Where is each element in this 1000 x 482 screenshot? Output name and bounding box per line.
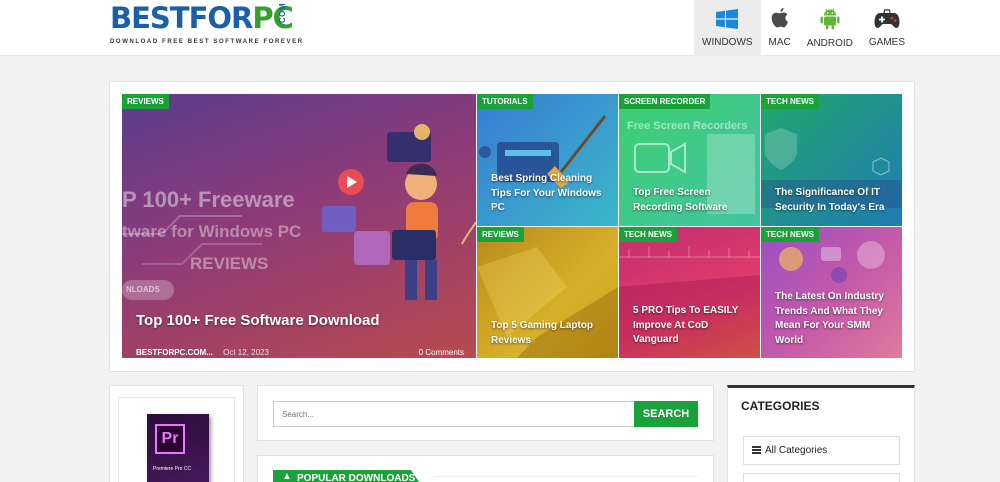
nav-android[interactable]: ANDROID bbox=[799, 0, 861, 56]
gamepad-icon bbox=[874, 8, 900, 28]
post-title[interactable]: Best Spring Cleaning Tips For Your Windo… bbox=[491, 172, 609, 216]
android-icon bbox=[820, 8, 840, 29]
post-meta: BESTFORPC.COM... Oct 12, 2023 0 Comments bbox=[136, 348, 464, 357]
featured-post[interactable]: TECH NEWS The Significance Of IT Securit… bbox=[761, 94, 902, 226]
categories-title: CATEGORIES bbox=[741, 399, 820, 413]
featured-post[interactable]: Free Screen Recorders SCREEN RECORDER To… bbox=[619, 94, 760, 226]
category-item[interactable] bbox=[743, 473, 900, 482]
featured-watermark: tware for Windows PC bbox=[122, 222, 302, 241]
category-tag[interactable]: TUTORIALS bbox=[477, 94, 533, 109]
category-tag[interactable]: TECH NEWS bbox=[761, 94, 819, 109]
post-date: Oct 12, 2023 bbox=[223, 348, 269, 357]
popular-downloads-heading[interactable]: ▲ POPULAR DOWNLOADS bbox=[273, 470, 423, 482]
nav-label: GAMES bbox=[868, 36, 906, 48]
nav-label: WINDOWS bbox=[702, 36, 753, 48]
product-name: Premiere Pro CC bbox=[153, 466, 192, 472]
search-button[interactable]: SEARCH bbox=[634, 401, 698, 427]
nav-label: ANDROID bbox=[806, 37, 853, 49]
platform-nav: WINDOWS MAC ANDROID GAMES bbox=[694, 0, 913, 56]
category-item-all[interactable]: All Categories bbox=[743, 436, 900, 465]
post-comments[interactable]: 0 Comments bbox=[419, 348, 464, 357]
divider bbox=[436, 476, 698, 482]
list-icon bbox=[752, 446, 761, 454]
premiere-pro-logo: Pr bbox=[155, 424, 185, 454]
product-card[interactable]: Pr Premiere Pro CC bbox=[118, 397, 235, 482]
post-title[interactable]: Top 100+ Free Software Download bbox=[136, 312, 380, 329]
search-widget: SEARCH bbox=[257, 385, 714, 441]
post-title[interactable]: 5 PRO Tips To EASILY Improve At CoD Vang… bbox=[633, 304, 751, 348]
popular-downloads-label: POPULAR DOWNLOADS bbox=[297, 473, 416, 482]
featured-main-post[interactable]: P 100+ Freeware tware for Windows PC REV… bbox=[122, 94, 476, 358]
post-title[interactable]: The Latest On Industry Trends And What T… bbox=[775, 290, 893, 348]
product-box-art: Pr Premiere Pro CC bbox=[147, 414, 209, 482]
featured-post[interactable]: TUTORIALS Best Spring Cleaning Tips For … bbox=[477, 94, 618, 226]
category-tag[interactable]: REVIEWS bbox=[122, 94, 169, 109]
logo-wordmark: BESTFORPC bbox=[110, 1, 294, 35]
sidebar-product-widget: Pr Premiere Pro CC bbox=[109, 385, 244, 482]
search-input[interactable] bbox=[273, 401, 635, 427]
nav-mac[interactable]: MAC bbox=[761, 0, 799, 56]
category-tag[interactable]: REVIEWS bbox=[477, 227, 524, 242]
post-title[interactable]: Top Free Screen Recording Software bbox=[633, 186, 751, 215]
category-label: All Categories bbox=[765, 445, 828, 456]
featured-watermark: P 100+ Freeware bbox=[122, 187, 295, 212]
categories-widget: CATEGORIES All Categories bbox=[727, 385, 915, 482]
post-title[interactable]: Top 5 Gaming Laptop Reviews bbox=[491, 319, 609, 348]
windows-icon bbox=[716, 8, 739, 29]
site-header: BESTFORPC .COM DOWNLOAD FREE BEST SOFTWA… bbox=[0, 0, 1000, 56]
nav-games[interactable]: GAMES bbox=[861, 0, 913, 56]
nav-label: MAC bbox=[768, 37, 791, 48]
logo-tagline: DOWNLOAD FREE BEST SOFTWARE FOREVER bbox=[110, 39, 304, 45]
category-tag[interactable]: TECH NEWS bbox=[761, 227, 819, 242]
featured-post[interactable]: TECH NEWS The Latest On Industry Trends … bbox=[761, 227, 902, 358]
post-author[interactable]: BESTFORPC.COM... bbox=[136, 348, 213, 357]
featured-post[interactable]: REVIEWS Top 5 Gaming Laptop Reviews bbox=[477, 227, 618, 358]
featured-posts: P 100+ Freeware tware for Windows PC REV… bbox=[109, 81, 915, 372]
arrow-up-icon: ▲ bbox=[282, 471, 292, 482]
featured-watermark: NLOADS bbox=[122, 280, 174, 300]
site-logo[interactable]: BESTFORPC .COM DOWNLOAD FREE BEST SOFTWA… bbox=[110, 2, 304, 45]
post-title[interactable]: The Significance Of IT Security In Today… bbox=[775, 186, 895, 215]
popular-downloads-widget: ▲ POPULAR DOWNLOADS bbox=[257, 455, 714, 482]
category-tag[interactable]: SCREEN RECORDER bbox=[619, 94, 711, 109]
nav-windows[interactable]: WINDOWS bbox=[694, 0, 761, 56]
featured-watermark: REVIEWS bbox=[190, 254, 269, 273]
logo-com: .COM bbox=[278, 3, 287, 26]
apple-icon bbox=[771, 8, 788, 28]
category-tag[interactable]: TECH NEWS bbox=[619, 227, 677, 242]
featured-post[interactable]: TECH NEWS 5 PRO Tips To EASILY Improve A… bbox=[619, 227, 760, 358]
